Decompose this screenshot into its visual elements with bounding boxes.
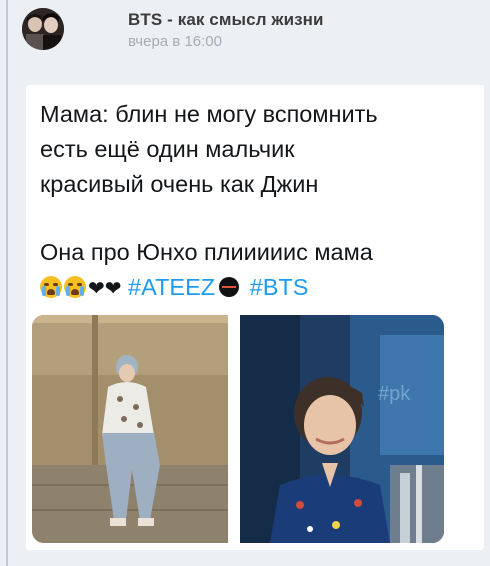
group-avatar[interactable]	[22, 8, 64, 50]
black-heart-icon: ❤❤	[88, 278, 122, 300]
photo-left[interactable]	[32, 315, 228, 543]
crying-face-icon	[40, 276, 62, 298]
tweet-line: красивый очень как Джин	[40, 171, 319, 197]
post-image-card: Мама: блин не могу вспомнить есть ещё од…	[26, 85, 484, 550]
tweet-emoji-hashtags: ❤❤ #ATEEZ #BTS	[40, 270, 474, 307]
tweet-text: Мама: блин не могу вспомнить есть ещё од…	[40, 97, 474, 307]
group-name-link[interactable]: BTS - как смысл жизни	[128, 10, 324, 30]
left-divider	[6, 0, 8, 566]
photo-watermark: #pk	[378, 383, 411, 405]
hashtag-bts[interactable]: #BTS	[250, 274, 309, 300]
photo-right[interactable]: #pk	[240, 315, 444, 543]
hashtag-ateez[interactable]: #ATEEZ	[128, 274, 215, 300]
black-circle-icon	[219, 277, 240, 297]
tweet-line: есть ещё один мальчик	[40, 136, 295, 162]
tweet-line: Она про Юнхо плииииис мама	[40, 239, 373, 265]
tweet-line: Мама: блин не могу вспомнить	[40, 101, 378, 127]
feed-post: BTS - как смысл жизни вчера в 16:00 Мама…	[10, 0, 490, 566]
crying-face-icon	[64, 276, 86, 298]
post-timestamp[interactable]: вчера в 16:00	[128, 33, 222, 50]
